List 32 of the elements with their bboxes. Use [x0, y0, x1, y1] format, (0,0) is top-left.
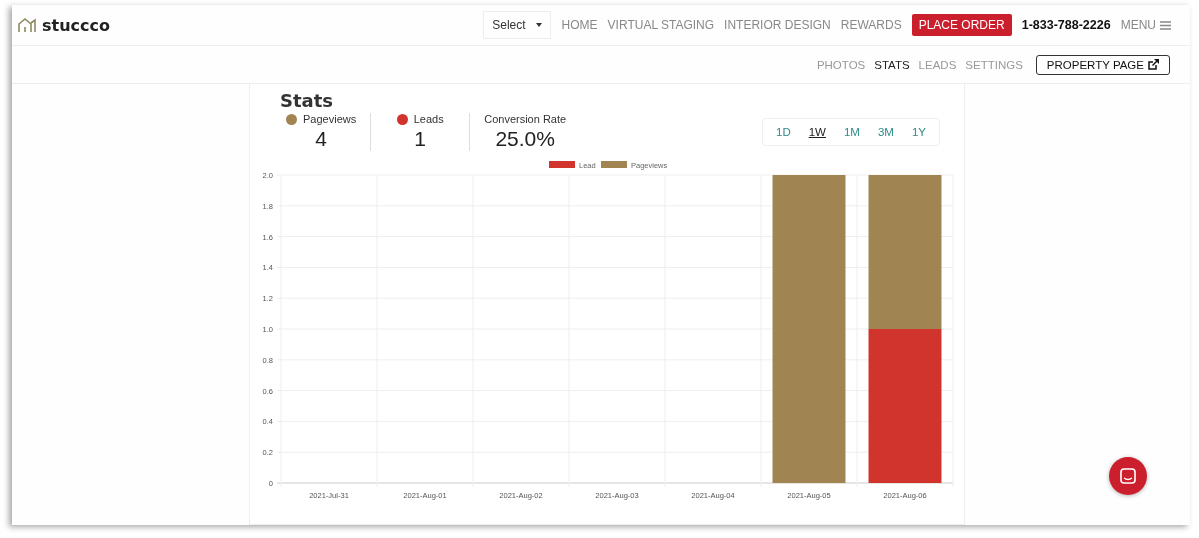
tab[interactable]: PHOTOS — [816, 58, 866, 71]
metric-label: Conversion Rate — [484, 113, 567, 125]
range-tab[interactable]: 1Y — [904, 124, 933, 140]
nav-link[interactable]: VIRTUAL STAGING — [607, 18, 715, 32]
range-tab[interactable]: 3M — [870, 124, 901, 140]
place-order-button[interactable]: PLACE ORDER — [911, 14, 1012, 36]
tab[interactable]: LEADS — [918, 58, 957, 71]
chat-button[interactable] — [1109, 457, 1147, 495]
range-tab[interactable]: 1M — [836, 124, 867, 140]
caret-icon — [535, 23, 542, 27]
section-title: Stats — [280, 90, 335, 111]
range-tab[interactable]: 1W — [801, 124, 833, 140]
external-link-icon — [1148, 59, 1159, 70]
house-logo-icon — [18, 17, 38, 33]
metric-value: 1 — [414, 127, 427, 151]
property-page-button[interactable]: PROPERTY PAGE — [1035, 54, 1170, 75]
nav-link[interactable]: REWARDS — [840, 18, 902, 32]
metric-label: Leads — [413, 113, 444, 125]
brand-logo[interactable]: stuccco — [42, 15, 110, 35]
menu-button[interactable]: MENU — [1120, 18, 1171, 32]
menu-icon — [1160, 20, 1171, 30]
tab[interactable]: SETTINGS — [965, 58, 1023, 71]
metric-value: 4 — [315, 127, 327, 151]
range-tab[interactable]: 1D — [769, 124, 798, 140]
nav-link[interactable]: HOME — [561, 18, 598, 32]
phone-number[interactable]: 1-833-788-2226 — [1021, 18, 1111, 32]
metric-label: Pageviews — [303, 113, 357, 125]
tab[interactable]: STATS — [874, 58, 910, 71]
nav-link[interactable]: INTERIOR DESIGN — [724, 18, 831, 32]
chat-icon — [1120, 468, 1136, 484]
select-dropdown[interactable]: Select — [483, 11, 551, 39]
metric-value: 25.0% — [495, 127, 555, 151]
